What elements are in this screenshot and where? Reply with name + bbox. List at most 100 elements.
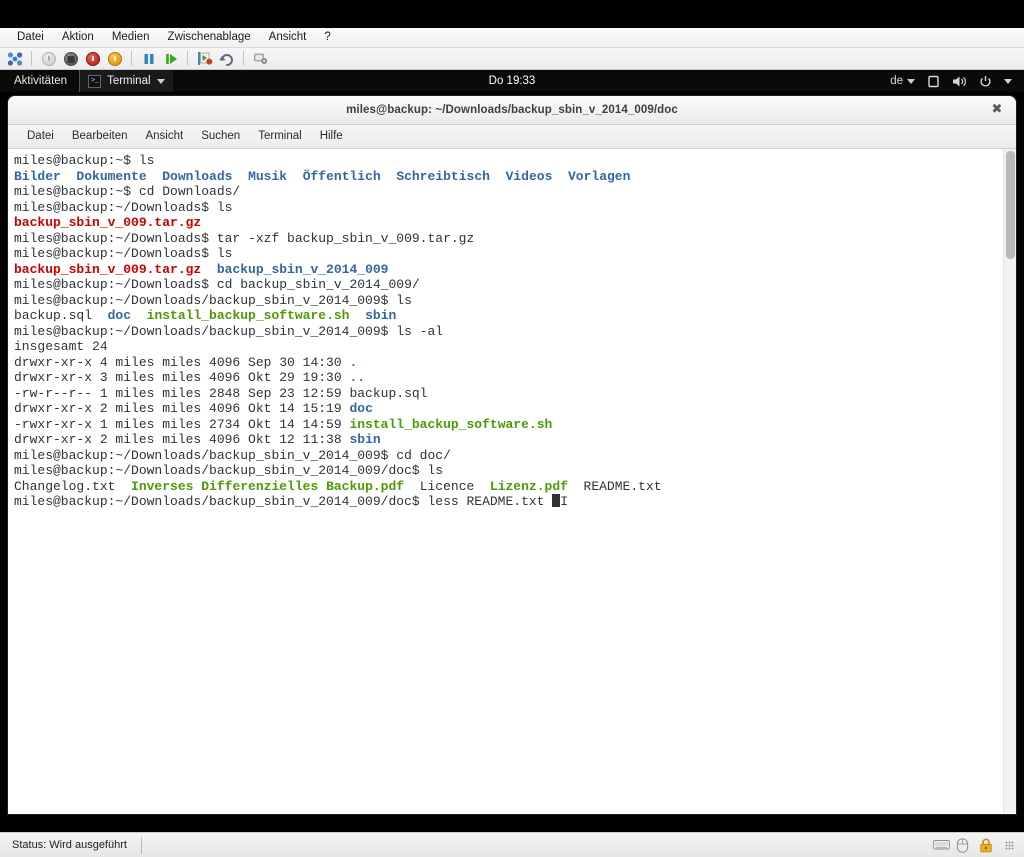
terminal-text: Bilder xyxy=(14,168,61,184)
terminal-line: drwxr-xr-x 2 miles miles 4096 Okt 12 11:… xyxy=(14,432,1003,448)
terminal-menu-item[interactable]: Datei xyxy=(18,125,63,148)
terminal-text: doc xyxy=(107,308,132,323)
terminal-line: miles@backup:~/Downloads/backup_sbin_v_2… xyxy=(14,448,1003,464)
terminal-line: miles@backup:~$ cd Downloads/ xyxy=(14,184,1003,200)
terminal-text: -rwxr-xr-x 1 miles miles 2734 Okt 14 14:… xyxy=(14,416,350,432)
terminal-menu-item[interactable]: Terminal xyxy=(249,125,310,148)
terminal-text: miles@backup:~/Downloads/backup_sbin_v_2… xyxy=(14,463,444,478)
terminal-text: Inverses Differenzielles Backup.pdf xyxy=(131,478,405,494)
terminal-text: miles@backup:~$ cd Downloads/ xyxy=(14,184,241,199)
terminal-line: miles@backup:~/Downloads/backup_sbin_v_2… xyxy=(14,494,1003,510)
shutdown-icon[interactable] xyxy=(83,49,102,68)
terminal-line: backup_sbin_v_009.tar.gz backup_sbin_v_2… xyxy=(14,262,1003,278)
close-icon[interactable]: ✖ xyxy=(990,103,1004,117)
terminal-line: miles@backup:~/Downloads$ cd backup_sbin… xyxy=(14,277,1003,293)
terminal-text: install_backup_software.sh xyxy=(349,416,553,432)
terminal-text: Licence xyxy=(419,478,475,494)
screen-icon[interactable] xyxy=(927,75,940,88)
stop-icon[interactable] xyxy=(61,49,80,68)
terminal-text: . xyxy=(349,354,358,370)
terminal-text: sbin xyxy=(365,308,397,323)
volume-icon[interactable] xyxy=(952,75,967,88)
terminal-scrollbar[interactable] xyxy=(1003,149,1016,813)
host-statusbar: Status: Wird ausgeführt xyxy=(0,832,1024,857)
power-icon[interactable] xyxy=(979,75,992,88)
terminal-line: miles@backup:~/Downloads$ ls xyxy=(14,246,1003,262)
gnome-top-panel: Do 19:33 Aktivitäten >_ Terminal de xyxy=(0,70,1024,92)
mouse-ibeam-pointer: I xyxy=(560,494,569,509)
toolbar-separator xyxy=(131,51,132,66)
keyboard-icon[interactable] xyxy=(933,838,950,853)
host-menu-item[interactable]: Ansicht xyxy=(260,28,316,47)
terminal-line: drwxr-xr-x 4 miles miles 4096 Sep 30 14:… xyxy=(14,355,1003,371)
pause-icon[interactable] xyxy=(139,49,158,68)
host-menu-item[interactable]: ? xyxy=(315,28,339,47)
scrollbar-thumb[interactable] xyxy=(1006,151,1015,259)
lock-icon[interactable] xyxy=(979,838,996,853)
chevron-down-icon[interactable] xyxy=(1004,78,1012,84)
activities-button[interactable]: Aktivitäten xyxy=(0,75,79,87)
resize-grip[interactable] xyxy=(1005,840,1014,850)
terminal-line: miles@backup:~/Downloads/backup_sbin_v_2… xyxy=(14,324,1003,340)
power-off-icon[interactable] xyxy=(39,49,58,68)
terminal-line: miles@backup:~/Downloads$ tar -xzf backu… xyxy=(14,231,1003,247)
panel-status-area: de xyxy=(890,75,1024,88)
app-menu-terminal[interactable]: >_ Terminal xyxy=(79,70,173,92)
screen: Datei Aktion Medien Zwischenablage Ansicht? xyxy=(0,0,1024,857)
terminal-text: Downloads xyxy=(162,168,233,184)
chevron-down-icon xyxy=(907,78,915,84)
terminal-text: install_backup_software.sh xyxy=(146,308,350,323)
host-menu-item[interactable]: Zwischenablage xyxy=(159,28,260,47)
terminal-text: drwxr-xr-x 2 miles miles 4096 Okt 14 15:… xyxy=(14,401,350,416)
revert-icon[interactable] xyxy=(217,49,236,68)
settings-icon[interactable] xyxy=(251,49,270,68)
terminal-menu-item[interactable]: Bearbeiten xyxy=(63,125,137,148)
terminal-line: miles@backup:~/Downloads/backup_sbin_v_2… xyxy=(14,463,1003,479)
terminal-text: doc xyxy=(349,401,373,416)
terminal-line: -rw-r--r-- 1 miles miles 2848 Sep 23 12:… xyxy=(14,386,1003,402)
terminal-text: Schreibtisch xyxy=(396,168,490,184)
terminal-text: Öffentlich xyxy=(302,168,381,184)
toolbar-separator xyxy=(31,51,32,66)
host-menu-item[interactable]: Datei xyxy=(8,28,53,47)
terminal-text: backup.sql xyxy=(14,308,93,323)
terminal-text: Lizenz.pdf xyxy=(489,478,568,494)
terminal-menu-item[interactable]: Ansicht xyxy=(136,125,192,148)
host-menu-item[interactable]: Aktion xyxy=(53,28,103,47)
snapshot-icon[interactable] xyxy=(195,49,214,68)
terminal-menu-item[interactable]: Suchen xyxy=(192,125,249,148)
terminal-line: insgesamt 24 xyxy=(14,339,1003,355)
terminal-text: drwxr-xr-x 2 miles miles 4096 Okt 12 11:… xyxy=(14,432,350,447)
terminal-text: drwxr-xr-x 4 miles miles 4096 Sep 30 14:… xyxy=(14,354,350,370)
terminal-output[interactable]: miles@backup:~$ ls Bilder Dokumente Downl… xyxy=(8,149,1003,813)
mouse-icon[interactable] xyxy=(956,837,973,853)
terminal-menu-item[interactable]: Hilfe xyxy=(311,125,352,148)
virtual-machine-icon[interactable] xyxy=(5,49,24,68)
host-menu-item[interactable]: Medien xyxy=(103,28,159,47)
chevron-down-icon xyxy=(156,78,165,84)
terminal-text: miles@backup:~/Downloads/backup_sbin_v_2… xyxy=(14,323,444,339)
terminal-text: miles@backup:~/Downloads$ tar -xzf backu… xyxy=(14,230,475,246)
terminal-text: .. xyxy=(349,370,366,385)
keyboard-layout-label: de xyxy=(890,75,903,87)
terminal-text: miles@backup:~/Downloads/backup_sbin_v_2… xyxy=(14,447,451,463)
power-on-icon[interactable] xyxy=(105,49,124,68)
keyboard-layout-indicator[interactable]: de xyxy=(890,75,915,87)
app-menu-label: Terminal xyxy=(107,75,151,87)
terminal-title: miles@backup: ~/Downloads/backup_sbin_v_… xyxy=(346,104,678,116)
resume-icon[interactable] xyxy=(161,49,180,68)
terminal-titlebar[interactable]: miles@backup: ~/Downloads/backup_sbin_v_… xyxy=(8,96,1016,125)
host-menubar: Datei Aktion Medien Zwischenablage Ansicht? xyxy=(0,28,1024,48)
terminal-text: miles@backup:~/Downloads$ ls xyxy=(14,199,233,215)
toolbar-separator xyxy=(187,51,188,66)
terminal-text: miles@backup:~/Downloads/backup_sbin_v_2… xyxy=(14,494,553,509)
